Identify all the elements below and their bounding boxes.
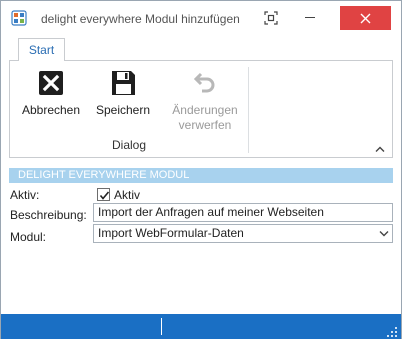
ribbon-group-label: Dialog [111,138,147,152]
focus-mode-icon[interactable] [263,10,279,26]
undo-arrow-icon [192,69,218,97]
ribbon-group-divider [248,67,249,153]
speichern-button[interactable]: Speichern [92,69,154,117]
checkmark-icon [99,191,110,200]
resize-grip-icon[interactable] [387,326,397,337]
modul-label: Modul: [10,230,47,244]
aenderungen-verwerfen-button[interactable]: Änderungen verwerfen [166,69,244,133]
tab-start[interactable]: Start [18,38,65,61]
app-logo-icon [11,10,27,26]
status-bar-divider [161,318,162,335]
aktiv-checkbox-label[interactable]: Aktiv [114,188,140,202]
close-button[interactable] [340,6,391,30]
aenderungen-label-line2: verwerfen [178,118,232,132]
aktiv-label: Aktiv: [10,188,40,202]
dialog-window: delight everywhere Modul hinzufügen Star… [0,0,402,339]
aktiv-checkbox[interactable] [97,188,110,201]
close-icon [360,13,371,24]
chevron-up-icon[interactable] [374,142,386,152]
abbrechen-button[interactable]: Abbrechen [20,69,82,117]
chevron-down-icon [379,231,389,237]
modul-value: Import WebFormular-Daten [98,226,244,240]
speichern-label: Speichern [95,103,151,117]
floppy-disk-icon [110,69,136,97]
modul-select[interactable]: Import WebFormular-Daten [93,224,393,243]
title-bar: delight everywhere Modul hinzufügen [1,1,401,34]
status-bar [1,314,401,339]
aenderungen-label-line1: Änderungen [172,103,238,117]
abbrechen-label: Abbrechen [21,103,81,117]
cancel-x-icon [38,69,64,97]
ribbon-panel: Abbrechen Speichern Änderungen verwerfen… [9,60,393,158]
beschreibung-value: Import der Anfragen auf meiner Webseiten [98,205,324,219]
section-header: DELIGHT EVERYWHERE MODUL [9,168,393,183]
modul-dropdown-button[interactable] [376,225,392,242]
window-title: delight everywhere Modul hinzufügen [41,12,240,26]
beschreibung-label: Beschreibung: [10,208,87,222]
beschreibung-input[interactable]: Import der Anfragen auf meiner Webseiten [93,203,393,222]
minimize-icon[interactable] [305,17,315,18]
